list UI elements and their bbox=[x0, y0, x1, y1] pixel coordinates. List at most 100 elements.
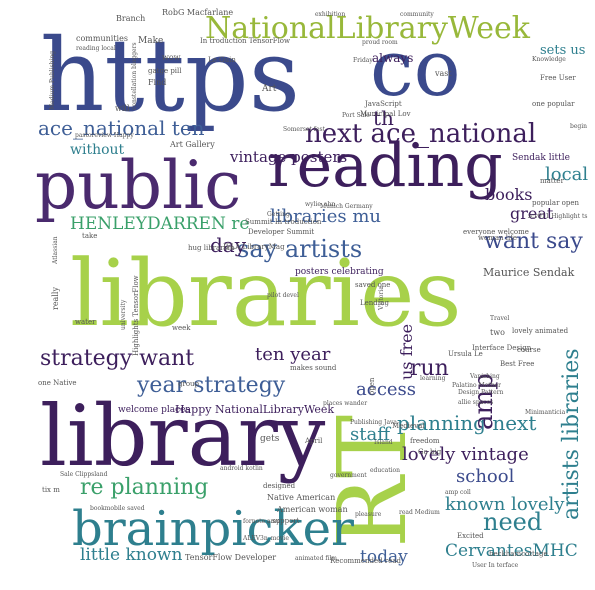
cloud-word: strategy want bbox=[40, 346, 194, 371]
cloud-word: Art bbox=[261, 84, 277, 94]
cloud-word: designed bbox=[263, 482, 296, 490]
cloud-word: American woman bbox=[276, 505, 348, 514]
cloud-word: us free bbox=[397, 324, 416, 380]
cloud-word: Native American bbox=[267, 493, 335, 502]
cloud-word: Excited bbox=[457, 532, 484, 540]
cloud-word: Summit In troduction bbox=[245, 218, 322, 226]
cloud-word: year strategy bbox=[136, 373, 286, 398]
word-cloud: https coNationalLibraryWeekpublic readingl… bbox=[35, 8, 588, 569]
cloud-word: always bbox=[372, 51, 413, 65]
cloud-word: Travel bbox=[490, 315, 509, 322]
cloud-word: pleasure bbox=[355, 511, 382, 518]
cloud-word: Palatino Mother bbox=[452, 382, 501, 389]
cloud-word: read Medium bbox=[399, 509, 440, 516]
cloud-word: tix m bbox=[42, 486, 60, 494]
cloud-word: Island bbox=[374, 439, 393, 446]
cloud-word: Free User bbox=[540, 74, 576, 82]
cloud-word: Vanishing bbox=[469, 373, 500, 380]
cloud-word: android kotlin bbox=[220, 465, 263, 472]
cloud-word: April bbox=[304, 437, 323, 445]
cloud-word: little known bbox=[80, 545, 182, 565]
cloud-word: week bbox=[172, 324, 191, 332]
cloud-word: User In terface bbox=[472, 562, 519, 569]
cloud-word: gatge pill bbox=[148, 67, 182, 75]
cloud-word: zcv911 Highlight ts bbox=[528, 213, 587, 220]
cloud-word: university bbox=[120, 299, 127, 330]
cloud-word: Medieval bbox=[392, 422, 425, 430]
cloud-word: take bbox=[82, 232, 97, 240]
cloud-word: Sale Clippsland bbox=[60, 471, 108, 478]
cloud-word: Highlights TensorFlow bbox=[132, 275, 140, 356]
cloud-word: woman life bbox=[478, 234, 517, 242]
cloud-word: Art Gallery bbox=[169, 140, 215, 149]
cloud-word: proud room bbox=[362, 39, 398, 46]
cloud-word: Go big bbox=[418, 448, 442, 456]
cloud-word: really bbox=[51, 287, 60, 310]
cloud-word: Maurice Sendak bbox=[483, 266, 575, 279]
cloud-word: Somerset fest bbox=[283, 126, 326, 133]
cloud-word: exhibition bbox=[315, 11, 345, 18]
cloud-word: pilot devel bbox=[267, 292, 299, 299]
cloud-word: HENLEYDARREN re bbox=[70, 214, 249, 234]
cloud-word: lovely animated bbox=[512, 327, 569, 335]
cloud-word: popular open bbox=[532, 199, 580, 207]
cloud-word: books bbox=[485, 185, 532, 204]
cloud-word: places wander bbox=[323, 400, 367, 407]
cloud-word: Happy NationalLibraryWeek bbox=[175, 403, 334, 416]
cloud-word: public bbox=[35, 147, 241, 224]
cloud-word: Find bbox=[148, 78, 166, 87]
cloud-word: Medium Publishing bbox=[49, 51, 56, 110]
cloud-word: re planning bbox=[80, 475, 208, 500]
cloud-word: ALEV3n_movie bbox=[242, 535, 289, 542]
cloud-word: RobG Macfarlane bbox=[162, 8, 233, 17]
cloud-word: JavaScript bbox=[364, 100, 402, 108]
cloud-word: TensorFlow Developer bbox=[185, 553, 276, 562]
cloud-word: gets bbox=[260, 434, 280, 444]
cloud-word: Friday bbox=[353, 57, 373, 64]
cloud-word: makes sound bbox=[290, 364, 337, 372]
cloud-word: support bbox=[272, 517, 300, 525]
cloud-word: constellation bloggers bbox=[131, 42, 138, 110]
cloud-word: communities bbox=[76, 34, 128, 43]
cloud-word: begin bbox=[570, 123, 587, 130]
cloud-word: Knowledge bbox=[532, 56, 566, 63]
cloud-word: Recommended read bbox=[330, 557, 401, 565]
cloud-word: Branch bbox=[116, 14, 145, 23]
cloud-word: Best Free bbox=[500, 360, 534, 368]
cloud-word: Publishing Java bbox=[350, 419, 397, 426]
cloud-word: beckhamcottage bbox=[489, 550, 548, 558]
cloud-word: one popular bbox=[532, 100, 575, 108]
cloud-word: Minimanticia bbox=[525, 409, 566, 416]
cloud-word: reading local bbox=[76, 45, 116, 52]
cloud-word: course bbox=[517, 346, 541, 354]
cloud-word: school bbox=[456, 466, 515, 487]
cloud-word: Atlassian bbox=[52, 236, 59, 265]
cloud-word: saved one bbox=[355, 281, 390, 289]
cloud-word: welcome places bbox=[118, 405, 190, 415]
cloud-word: Getting bbox=[267, 211, 290, 218]
cloud-word: freedom bbox=[410, 437, 440, 445]
cloud-word: wow bbox=[162, 53, 181, 62]
cloud-word: government bbox=[330, 472, 367, 479]
cloud-word: Ursula Le bbox=[448, 350, 483, 358]
cloud-word: Make bbox=[138, 36, 163, 46]
cloud-word: animated film bbox=[295, 555, 337, 562]
cloud-word: community bbox=[400, 11, 434, 18]
cloud-word: access bbox=[356, 379, 416, 400]
cloud-word: without bbox=[70, 142, 125, 158]
cloud-word: Lending bbox=[360, 299, 390, 307]
cloud-word: ten year bbox=[255, 344, 331, 365]
cloud-word: vintage posters bbox=[229, 148, 347, 166]
cloud-word: education bbox=[370, 467, 400, 474]
cloud-word: bookmobile saved bbox=[90, 505, 145, 512]
cloud-word: one Native bbox=[38, 379, 77, 387]
cloud-word: open bbox=[368, 377, 376, 395]
cloud-word: Developer Summit bbox=[248, 228, 314, 236]
cloud-word: will bbox=[115, 104, 130, 113]
cloud-word: Port Sale bbox=[342, 112, 370, 119]
cloud-word: Le Guin bbox=[208, 56, 236, 64]
cloud-word: Sendak little bbox=[512, 153, 570, 163]
cloud-word: Victoria bbox=[378, 286, 385, 311]
cloud-word: next ace_national bbox=[305, 119, 536, 149]
cloud-word: matter bbox=[540, 177, 565, 185]
